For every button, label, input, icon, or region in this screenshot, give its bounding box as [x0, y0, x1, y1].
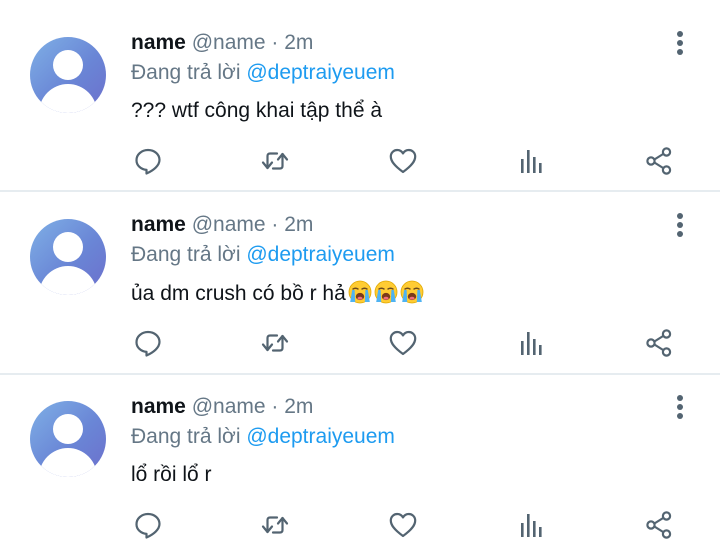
avatar-shoulders [39, 84, 97, 113]
like-button[interactable] [389, 147, 417, 175]
share-button[interactable] [645, 147, 673, 175]
avatar-head [53, 232, 83, 262]
tweet-text: ??? wtf công khai tập thể à [131, 99, 383, 122]
stats-button[interactable] [518, 147, 546, 175]
separator-dot: · [271, 31, 279, 54]
stats-button[interactable] [518, 511, 546, 539]
timestamp[interactable]: 2m [284, 395, 313, 418]
like-button[interactable] [389, 329, 417, 357]
replying-to-line: Đang trả lời @deptraiyeuem [131, 425, 395, 449]
tweet[interactable]: name @name · 2m Đang trả lời @deptraiyeu… [0, 182, 720, 364]
timestamp[interactable]: 2m [284, 213, 313, 236]
avatar-head [53, 50, 83, 80]
reply-icon [135, 512, 161, 539]
stats-icon [521, 332, 542, 355]
user-handle[interactable]: @name [192, 213, 266, 236]
like-heart-icon [389, 512, 417, 538]
replying-to-label: Đang trả lời [131, 425, 241, 448]
share-icon [646, 329, 672, 357]
avatar-shoulders [39, 266, 97, 295]
retweet-icon [261, 516, 289, 534]
share-icon [646, 511, 672, 539]
reply-mention-link[interactable]: @deptraiyeuem [246, 243, 395, 266]
user-handle[interactable]: @name [192, 395, 266, 418]
more-options-button[interactable] [668, 394, 692, 420]
retweet-icon [261, 334, 289, 352]
reply-button[interactable] [134, 147, 162, 175]
replying-to-line: Đang trả lời @deptraiyeuem [131, 243, 395, 267]
tweet-text: lổ rồi lổ r [131, 463, 212, 486]
replying-to-label: Đang trả lời [131, 243, 241, 266]
tweet-text: ủa dm crush có bồ r hả [131, 282, 346, 305]
emoji-row [346, 280, 424, 305]
avatar[interactable] [30, 37, 106, 113]
display-name[interactable]: name [131, 395, 186, 418]
more-vertical-icon [677, 395, 683, 419]
tweet-body: ủa dm crush có bồ r hả [131, 280, 424, 307]
retweet-icon [261, 152, 289, 170]
timestamp[interactable]: 2m [284, 31, 313, 54]
reply-icon [135, 148, 161, 175]
tweet-header: name @name · 2m [131, 395, 313, 419]
more-vertical-icon [677, 31, 683, 55]
share-button[interactable] [645, 329, 673, 357]
retweet-button[interactable] [261, 147, 289, 175]
loudly-crying-face-emoji [374, 280, 398, 304]
replying-to-line: Đang trả lời @deptraiyeuem [131, 61, 395, 85]
avatar-shoulders [39, 448, 97, 477]
more-options-button[interactable] [668, 30, 692, 56]
share-icon [646, 147, 672, 175]
share-button[interactable] [645, 511, 673, 539]
like-button[interactable] [389, 511, 417, 539]
stats-button[interactable] [518, 329, 546, 357]
stats-icon [521, 150, 542, 173]
more-options-button[interactable] [668, 212, 692, 238]
loudly-crying-face-emoji [400, 280, 424, 304]
reply-button[interactable] [134, 511, 162, 539]
display-name[interactable]: name [131, 213, 186, 236]
separator-dot: · [271, 213, 279, 236]
like-heart-icon [389, 148, 417, 174]
tweet[interactable]: name @name · 2m Đang trả lời @deptraiyeu… [0, 0, 720, 182]
user-handle[interactable]: @name [192, 31, 266, 54]
tweet-header: name @name · 2m [131, 213, 313, 237]
tweet[interactable]: name @name · 2m Đang trả lời @deptraiyeu… [0, 364, 720, 546]
reply-feed: name @name · 2m Đang trả lời @deptraiyeu… [0, 0, 720, 552]
avatar[interactable] [30, 401, 106, 477]
reply-mention-link[interactable]: @deptraiyeuem [246, 425, 395, 448]
display-name[interactable]: name [131, 31, 186, 54]
loudly-crying-face-emoji [348, 280, 372, 304]
retweet-button[interactable] [261, 329, 289, 357]
stats-icon [521, 514, 542, 537]
replying-to-label: Đang trả lời [131, 61, 241, 84]
retweet-button[interactable] [261, 511, 289, 539]
reply-mention-link[interactable]: @deptraiyeuem [246, 61, 395, 84]
separator-dot: · [271, 395, 279, 418]
more-vertical-icon [677, 213, 683, 237]
avatar[interactable] [30, 219, 106, 295]
reply-button[interactable] [134, 329, 162, 357]
like-heart-icon [389, 330, 417, 356]
reply-icon [135, 330, 161, 357]
tweet-header: name @name · 2m [131, 31, 313, 55]
avatar-head [53, 414, 83, 444]
